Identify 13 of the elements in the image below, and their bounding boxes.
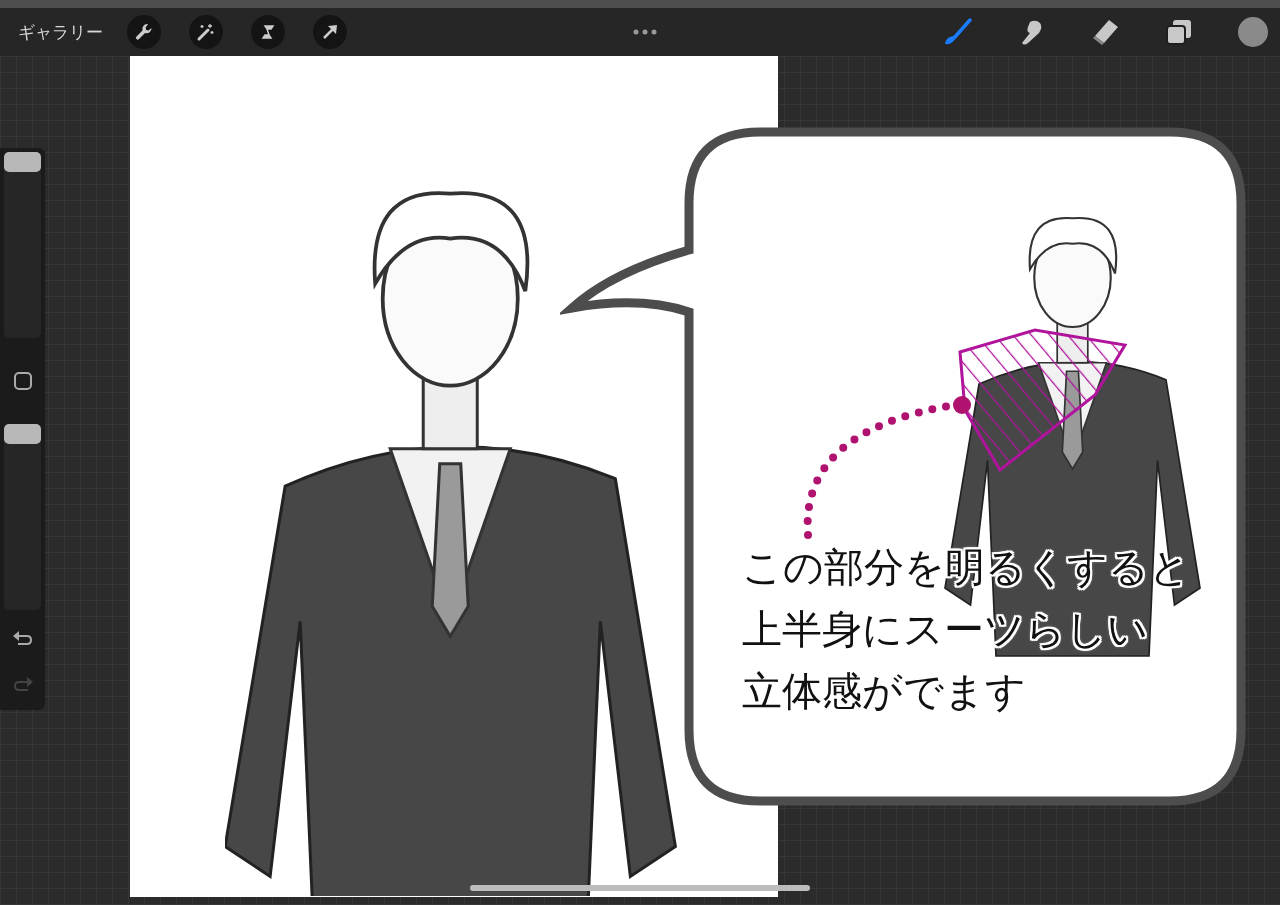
selection-icon[interactable]: [251, 15, 285, 49]
opacity-slider[interactable]: [4, 424, 41, 610]
layers-icon[interactable]: [1164, 17, 1194, 47]
gallery-button[interactable]: ギャラリー: [18, 20, 103, 44]
magic-wand-icon[interactable]: [189, 15, 223, 49]
callout-text-line: 立体感がでます: [742, 667, 1026, 716]
color-swatch[interactable]: [1238, 17, 1268, 47]
brush-icon[interactable]: [942, 17, 972, 47]
brush-size-slider[interactable]: [4, 152, 41, 338]
arrow-cursor-icon[interactable]: [313, 15, 347, 49]
undo-icon[interactable]: [11, 630, 34, 648]
more-icon[interactable]: [632, 29, 657, 35]
wrench-icon[interactable]: [127, 15, 161, 49]
